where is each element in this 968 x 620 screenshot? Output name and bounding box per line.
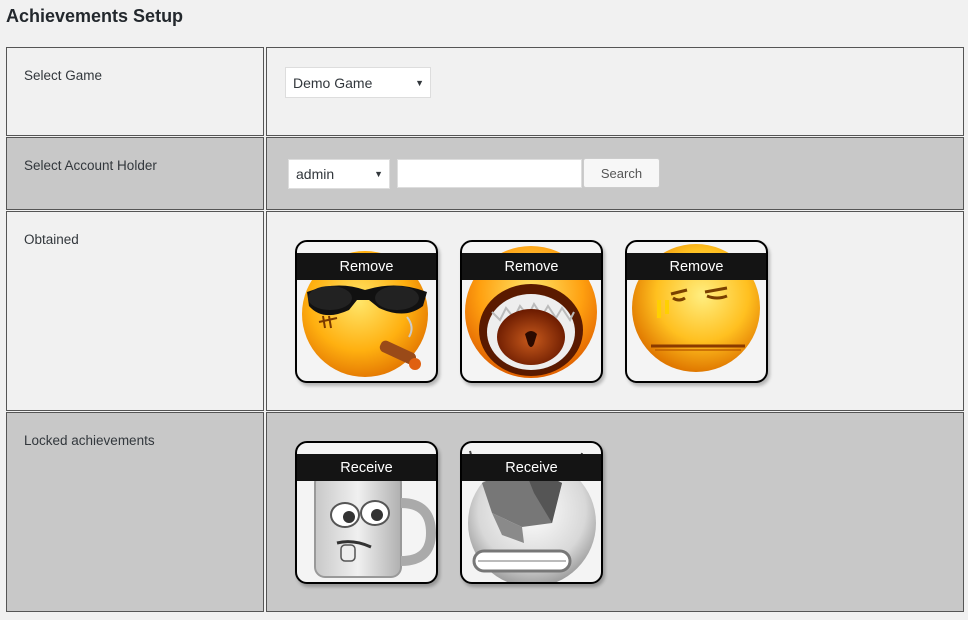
account-select[interactable]: admin ▼ bbox=[288, 159, 390, 189]
achievement-badge: Receive bbox=[295, 441, 438, 584]
remove-button[interactable]: Remove bbox=[627, 253, 766, 280]
achievement-badge: Remove bbox=[460, 240, 603, 383]
chevron-down-icon: ▼ bbox=[374, 169, 383, 179]
achievement-badge: Remove bbox=[295, 240, 438, 383]
locked-label: Locked achievements bbox=[6, 412, 264, 612]
obtained-label: Obtained bbox=[6, 211, 264, 411]
account-label: Select Account Holder bbox=[6, 137, 264, 210]
obtained-cell: Remove Remove Remove bbox=[266, 211, 964, 411]
game-select-value: Demo Game bbox=[293, 74, 373, 91]
account-select-value: admin bbox=[296, 166, 335, 182]
obtained-row: Obtained Remove Remove Remove bbox=[6, 211, 964, 411]
receive-button[interactable]: Receive bbox=[297, 454, 436, 481]
account-row: Select Account Holder admin ▼ Search bbox=[6, 137, 964, 210]
achievement-badge: Remove bbox=[625, 240, 768, 383]
achievement-badge: Receive bbox=[460, 441, 603, 584]
search-input[interactable] bbox=[397, 159, 582, 188]
locked-row: Locked achievements Receive Receive bbox=[6, 412, 964, 612]
page-title: Achievements Setup bbox=[6, 6, 184, 26]
game-select[interactable]: Demo Game ▼ bbox=[285, 67, 431, 98]
remove-button[interactable]: Remove bbox=[462, 253, 601, 280]
search-button[interactable]: Search bbox=[583, 158, 660, 188]
game-row: Select Game Demo Game ▼ bbox=[6, 47, 964, 136]
remove-button[interactable]: Remove bbox=[297, 253, 436, 280]
game-cell: Demo Game ▼ bbox=[266, 47, 964, 136]
account-cell: admin ▼ Search bbox=[266, 137, 964, 210]
chevron-down-icon: ▼ bbox=[415, 77, 424, 88]
locked-cell: Receive Receive bbox=[266, 412, 964, 612]
game-label: Select Game bbox=[6, 47, 264, 136]
receive-button[interactable]: Receive bbox=[462, 454, 601, 481]
